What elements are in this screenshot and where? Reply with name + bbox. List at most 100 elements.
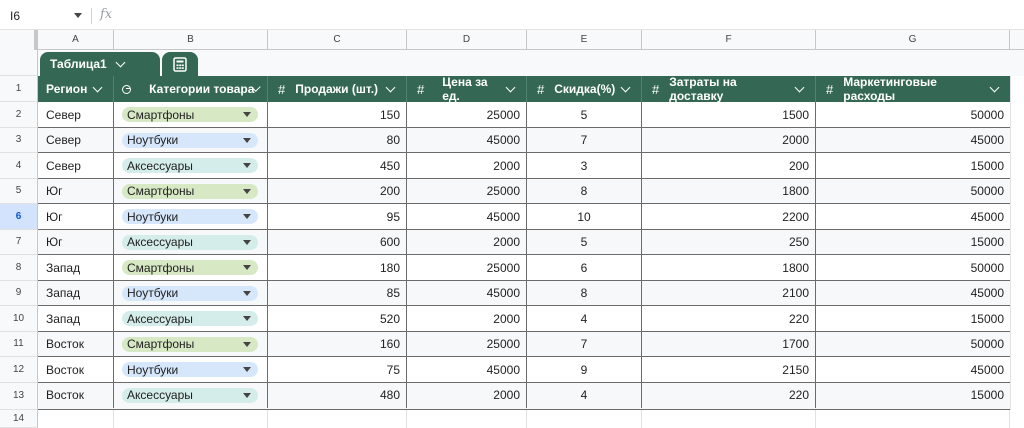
category-chip[interactable]: Смартфоны xyxy=(122,260,258,275)
category-chip[interactable]: Смартфоны xyxy=(122,336,258,352)
cell-discount[interactable]: 9 xyxy=(527,357,642,382)
cell-discount[interactable]: 5 xyxy=(527,229,642,255)
chevron-down-icon[interactable] xyxy=(92,82,103,92)
category-chip[interactable]: Ноутбуки xyxy=(122,362,258,377)
dropdown-arrow-icon[interactable] xyxy=(243,137,251,143)
cell-delivery[interactable]: 2000 xyxy=(642,127,816,153)
category-chip[interactable]: Ноутбуки xyxy=(122,209,258,224)
cell-price[interactable]: 2000 xyxy=(407,153,527,178)
cell-region[interactable]: Юг xyxy=(38,178,114,204)
category-chip[interactable]: Ноутбуки xyxy=(122,285,258,301)
row-header-13[interactable]: 13 xyxy=(0,382,38,410)
cell-sales[interactable]: 480 xyxy=(268,382,407,408)
cell-region[interactable]: Запад xyxy=(38,280,114,306)
cell-region[interactable]: Восток xyxy=(38,382,114,408)
dropdown-arrow-icon[interactable] xyxy=(243,367,251,372)
cell-price[interactable]: 45000 xyxy=(407,127,527,153)
chevron-down-icon[interactable] xyxy=(989,82,1000,92)
cell-category[interactable]: Аксессуары xyxy=(114,382,268,408)
column-header-e[interactable]: E xyxy=(527,30,642,50)
cell-discount[interactable]: 7 xyxy=(527,331,642,357)
cell-sales[interactable]: 75 xyxy=(268,357,407,382)
cell-region[interactable]: Юг xyxy=(38,229,114,255)
row-header-8[interactable]: 8 xyxy=(0,255,38,281)
cell-sales[interactable]: 600 xyxy=(268,229,407,255)
chevron-down-icon[interactable] xyxy=(115,57,126,67)
category-chip[interactable]: Ноутбуки xyxy=(122,132,258,148)
cell-category[interactable]: Ноутбуки xyxy=(114,204,268,229)
column-header-f[interactable]: F xyxy=(642,30,816,50)
cell-category[interactable]: Смартфоны xyxy=(114,255,268,280)
row-header-6[interactable]: 6 xyxy=(0,204,38,230)
cell-delivery[interactable]: 1800 xyxy=(642,255,816,280)
dropdown-arrow-icon[interactable] xyxy=(243,163,251,168)
column-header-a[interactable]: A xyxy=(38,30,114,50)
cell-price[interactable]: 45000 xyxy=(407,357,527,382)
cell-price[interactable]: 25000 xyxy=(407,102,527,127)
cell-discount[interactable]: 3 xyxy=(527,153,642,178)
category-chip[interactable]: Смартфоны xyxy=(122,107,258,122)
cell-sales[interactable]: 180 xyxy=(268,255,407,280)
dropdown-arrow-icon[interactable] xyxy=(243,341,251,347)
cell-sales[interactable]: 160 xyxy=(268,331,407,357)
cell-delivery[interactable]: 220 xyxy=(642,382,816,408)
header-sales[interactable]: # Продажи (шт.) xyxy=(268,76,407,102)
cell-sales[interactable]: 520 xyxy=(268,306,407,331)
cell-region[interactable]: Север xyxy=(38,153,114,178)
cell-region[interactable]: Восток xyxy=(38,357,114,382)
cell-sales[interactable]: 150 xyxy=(268,102,407,127)
dropdown-arrow-icon[interactable] xyxy=(243,265,251,270)
chevron-down-icon[interactable] xyxy=(505,82,516,92)
cell-category[interactable]: Аксессуары xyxy=(114,306,268,331)
cell-delivery[interactable]: 200 xyxy=(642,153,816,178)
cell-category[interactable]: Ноутбуки xyxy=(114,280,268,306)
cell-category[interactable]: Смартфоны xyxy=(114,178,268,204)
cell-price[interactable]: 25000 xyxy=(407,255,527,280)
cell-delivery[interactable]: 1500 xyxy=(642,102,816,127)
cell-region[interactable]: Восток xyxy=(38,331,114,357)
cell-price[interactable]: 45000 xyxy=(407,204,527,229)
dropdown-arrow-icon[interactable] xyxy=(243,392,251,398)
cell-marketing[interactable]: 15000 xyxy=(816,306,1010,331)
cell-delivery[interactable]: 1700 xyxy=(642,331,816,357)
category-chip[interactable]: Аксессуары xyxy=(122,158,258,173)
category-chip[interactable]: Аксессуары xyxy=(122,234,258,250)
header-delivery[interactable]: # Затраты на доставку xyxy=(642,75,816,103)
cell-marketing[interactable]: 15000 xyxy=(816,383,1010,408)
table-calculator-button[interactable] xyxy=(162,52,198,76)
cell-sales[interactable]: 80 xyxy=(268,127,407,153)
cell-price[interactable]: 2000 xyxy=(407,382,527,408)
category-chip[interactable]: Смартфоны xyxy=(122,183,258,199)
select-all-corner[interactable] xyxy=(0,30,38,50)
cell-marketing[interactable]: 50000 xyxy=(816,255,1010,280)
cell-marketing[interactable]: 45000 xyxy=(816,281,1010,306)
chevron-down-icon[interactable] xyxy=(385,82,396,92)
row-header-14[interactable]: 14 xyxy=(0,410,38,428)
cell-discount[interactable]: 4 xyxy=(527,382,642,408)
cell-discount[interactable]: 5 xyxy=(527,102,642,127)
cell-category[interactable]: Аксессуары xyxy=(114,229,268,255)
header-marketing[interactable]: # Маркетинговые расходы xyxy=(816,75,1010,103)
cell-delivery[interactable]: 250 xyxy=(642,229,816,255)
category-chip[interactable]: Аксессуары xyxy=(122,387,258,403)
cell-price[interactable]: 25000 xyxy=(407,331,527,357)
cell-delivery[interactable]: 220 xyxy=(642,306,816,331)
header-discount[interactable]: # Скидка(%) xyxy=(527,76,642,102)
dropdown-arrow-icon[interactable] xyxy=(243,290,251,296)
cell-category[interactable]: Смартфоны xyxy=(114,102,268,127)
cell-discount[interactable]: 6 xyxy=(527,255,642,280)
cell-discount[interactable]: 4 xyxy=(527,306,642,331)
row-header-9[interactable]: 9 xyxy=(0,280,38,306)
cell-delivery[interactable]: 2200 xyxy=(642,204,816,229)
row-header-2[interactable]: 2 xyxy=(0,102,38,128)
chevron-down-icon[interactable] xyxy=(74,13,82,18)
cell-region[interactable]: Запад xyxy=(38,255,114,280)
row-header-3[interactable]: 3 xyxy=(0,127,38,153)
cell-marketing[interactable]: 45000 xyxy=(816,204,1010,229)
header-region[interactable]: Регион xyxy=(38,76,114,102)
table-name-tab[interactable]: Таблица1 xyxy=(40,52,160,76)
cell-discount[interactable]: 8 xyxy=(527,178,642,204)
dropdown-arrow-icon[interactable] xyxy=(243,316,251,321)
row-header-1[interactable]: 1 xyxy=(0,76,38,102)
cell-delivery[interactable]: 1800 xyxy=(642,178,816,204)
